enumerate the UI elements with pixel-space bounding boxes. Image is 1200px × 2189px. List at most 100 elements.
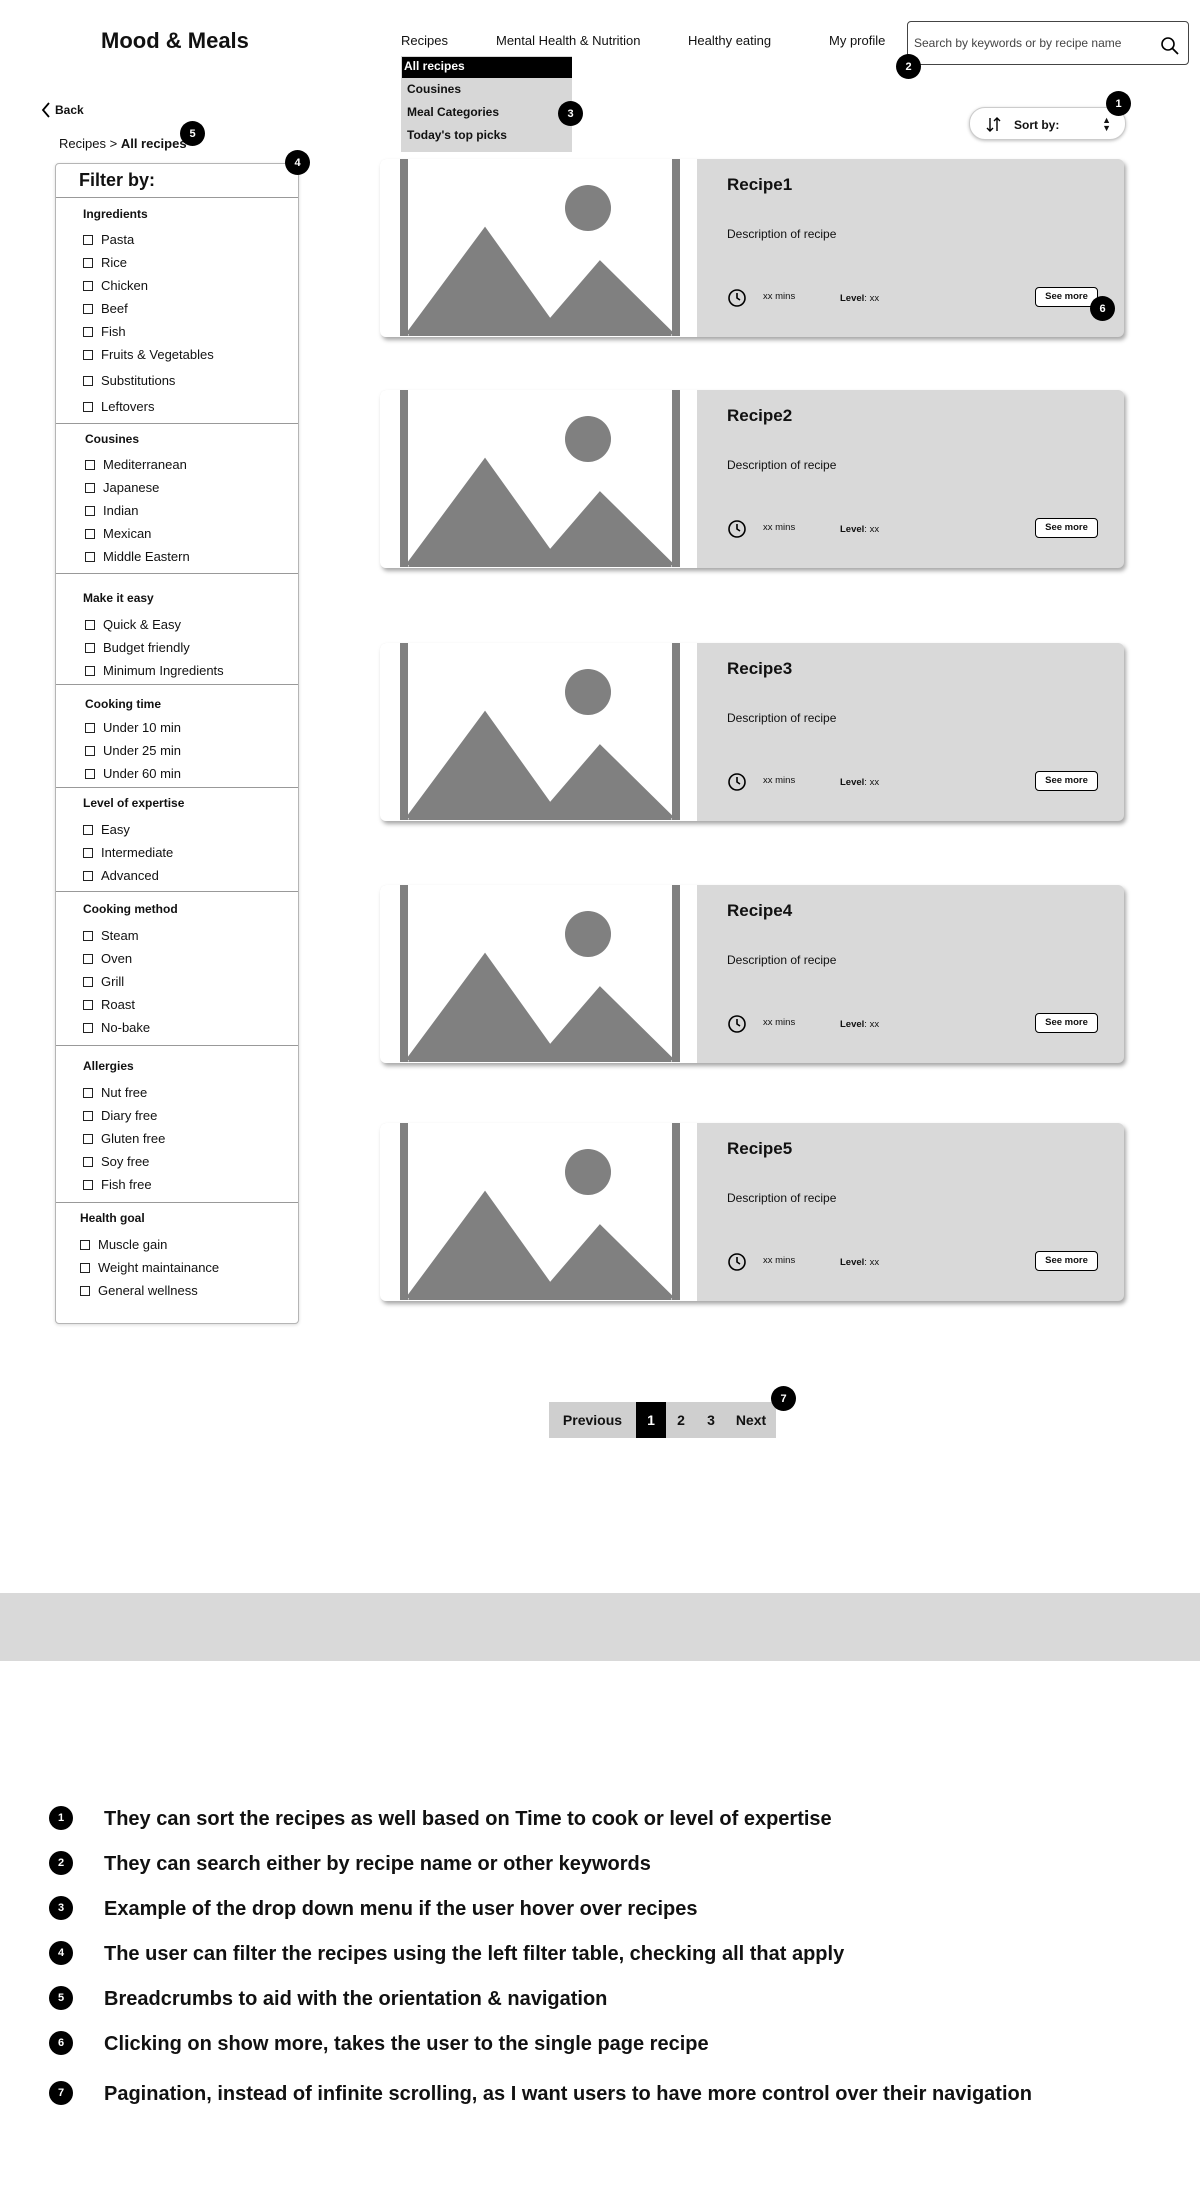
see-more-button[interactable]: See more [1035, 1013, 1098, 1033]
filter-option-middle-eastern[interactable]: Middle Eastern [85, 549, 190, 564]
checkbox[interactable] [83, 1133, 93, 1144]
filter-option-general-wellness[interactable]: General wellness [80, 1283, 198, 1298]
filter-option-minimum-ingredients[interactable]: Minimum Ingredients [85, 663, 224, 678]
filter-option-advanced[interactable]: Advanced [83, 868, 159, 883]
checkbox[interactable] [83, 953, 93, 964]
filter-option-fish-free[interactable]: Fish free [83, 1177, 152, 1192]
checkbox[interactable] [85, 722, 95, 733]
filter-option-soy-free[interactable]: Soy free [83, 1154, 149, 1169]
nav-recipes[interactable]: Recipes [401, 33, 448, 48]
filter-option-diary-free[interactable]: Diary free [83, 1108, 157, 1123]
checkbox[interactable] [85, 551, 95, 562]
checkbox[interactable] [85, 619, 95, 630]
dropdown-item-top-picks[interactable]: Today's top picks [405, 126, 509, 144]
checkbox[interactable] [83, 1110, 93, 1121]
filter-option-weight-maintainance[interactable]: Weight maintainance [80, 1260, 219, 1275]
filter-option-rice[interactable]: Rice [83, 255, 127, 270]
filter-option-muscle-gain[interactable]: Muscle gain [80, 1237, 167, 1252]
recipe-title[interactable]: Recipe3 [727, 659, 792, 679]
filter-option-grill[interactable]: Grill [83, 974, 124, 989]
filter-option-steam[interactable]: Steam [83, 928, 139, 943]
recipe-title[interactable]: Recipe2 [727, 406, 792, 426]
breadcrumb-root[interactable]: Recipes [59, 136, 106, 151]
filter-option-mexican[interactable]: Mexican [85, 526, 151, 541]
checkbox[interactable] [83, 847, 93, 858]
checkbox[interactable] [83, 303, 93, 314]
filter-option-no-bake[interactable]: No-bake [83, 1020, 150, 1035]
filter-option-fish[interactable]: Fish [83, 324, 126, 339]
filter-option-nut-free[interactable]: Nut free [83, 1085, 147, 1100]
checkbox[interactable] [83, 976, 93, 987]
nav-healthy-eating[interactable]: Healthy eating [688, 33, 771, 48]
checkbox[interactable] [85, 482, 95, 493]
filter-option-chicken[interactable]: Chicken [83, 278, 148, 293]
checkbox[interactable] [83, 1022, 93, 1033]
checkbox[interactable] [83, 999, 93, 1010]
checkbox[interactable] [80, 1239, 90, 1250]
search-input[interactable] [914, 32, 1154, 54]
filter-option-under-25[interactable]: Under 25 min [85, 743, 181, 758]
filter-option-oven[interactable]: Oven [83, 951, 132, 966]
nav-my-profile[interactable]: My profile [829, 33, 885, 48]
recipe-title[interactable]: Recipe5 [727, 1139, 792, 1159]
see-more-button[interactable]: See more [1035, 518, 1098, 538]
recipe-title[interactable]: Recipe1 [727, 175, 792, 195]
checkbox[interactable] [80, 1285, 90, 1296]
checkbox[interactable] [83, 870, 93, 881]
checkbox[interactable] [83, 349, 93, 360]
filter-option-quick-easy[interactable]: Quick & Easy [85, 617, 181, 632]
filter-option-easy[interactable]: Easy [83, 822, 130, 837]
nav-mental-health[interactable]: Mental Health & Nutrition [496, 33, 641, 48]
sort-icon [986, 117, 1001, 132]
filter-option-substitutions[interactable]: Substitutions [83, 373, 175, 388]
see-more-button[interactable]: See more [1035, 1251, 1098, 1271]
checkbox[interactable] [83, 1179, 93, 1190]
checkbox[interactable] [83, 326, 93, 337]
checkbox[interactable] [85, 665, 95, 676]
dropdown-item-cousines[interactable]: Cousines [405, 80, 463, 98]
pagination-previous[interactable]: Previous [549, 1402, 636, 1438]
recipe-title[interactable]: Recipe4 [727, 901, 792, 921]
filter-option-fruits-vegetables[interactable]: Fruits & Vegetables [83, 347, 214, 362]
filter-option-intermediate[interactable]: Intermediate [83, 845, 173, 860]
filter-option-pasta[interactable]: Pasta [83, 232, 134, 247]
checkbox[interactable] [83, 824, 93, 835]
checkbox[interactable] [83, 401, 93, 412]
filter-option-japanese[interactable]: Japanese [85, 480, 159, 495]
checkbox[interactable] [80, 1262, 90, 1273]
checkbox[interactable] [85, 505, 95, 516]
checkbox[interactable] [85, 642, 95, 653]
filter-option-roast[interactable]: Roast [83, 997, 135, 1012]
filter-option-under-60[interactable]: Under 60 min [85, 766, 181, 781]
sort-dropdown[interactable]: Sort by: ▲ ▼ [969, 107, 1126, 140]
see-more-button[interactable]: See more [1035, 771, 1098, 791]
back-link[interactable]: Back [41, 101, 84, 119]
checkbox[interactable] [85, 459, 95, 470]
checkbox[interactable] [83, 1156, 93, 1167]
pagination-page-3[interactable]: 3 [696, 1402, 726, 1438]
checkbox[interactable] [83, 375, 93, 386]
filter-option-mediterranean[interactable]: Mediterranean [85, 457, 187, 472]
dropdown-item-all-recipes[interactable]: All recipes [402, 57, 572, 78]
dropdown-item-meal-categories[interactable]: Meal Categories [405, 103, 501, 121]
search-icon[interactable] [1160, 36, 1180, 56]
checkbox[interactable] [83, 1087, 93, 1098]
filter-option-indian[interactable]: Indian [85, 503, 138, 518]
checkbox[interactable] [85, 745, 95, 756]
checkbox[interactable] [83, 257, 93, 268]
checkbox[interactable] [83, 234, 93, 245]
filter-option-gluten-free[interactable]: Gluten free [83, 1131, 165, 1146]
checkbox[interactable] [85, 528, 95, 539]
filter-option-under-10[interactable]: Under 10 min [85, 720, 181, 735]
checkbox[interactable] [83, 930, 93, 941]
see-more-button[interactable]: See more [1035, 287, 1098, 307]
filter-option-budget-friendly[interactable]: Budget friendly [85, 640, 190, 655]
filter-option-leftovers[interactable]: Leftovers [83, 399, 154, 414]
site-logo[interactable]: Mood & Meals [101, 28, 249, 54]
checkbox[interactable] [85, 768, 95, 779]
pagination-next[interactable]: Next [726, 1402, 776, 1438]
pagination-page-1[interactable]: 1 [636, 1402, 666, 1438]
filter-option-beef[interactable]: Beef [83, 301, 128, 316]
pagination-page-2[interactable]: 2 [666, 1402, 696, 1438]
checkbox[interactable] [83, 280, 93, 291]
